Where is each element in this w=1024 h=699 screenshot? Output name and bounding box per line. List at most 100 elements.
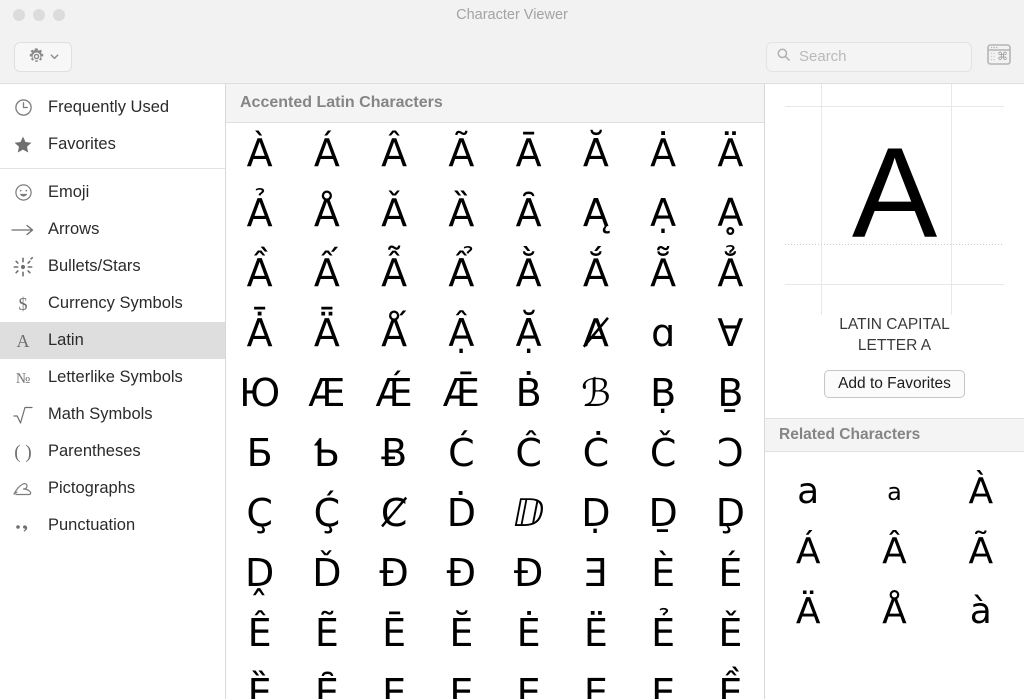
character-cell[interactable]: Á [293,123,360,183]
related-characters-grid[interactable]: aaÀÁÂÃÄÅà [765,452,1024,699]
related-character-cell[interactable]: Â [851,522,937,582]
character-cell[interactable]: Ǻ [361,303,428,363]
related-character-cell[interactable]: Å [851,582,937,642]
sidebar-item-bullets-stars[interactable]: Bullets/Stars [0,248,225,285]
character-cell[interactable]: Ė [495,603,562,663]
character-cell[interactable]: Б [226,423,293,483]
character-cell[interactable]: Ⱥ [562,303,629,363]
character-cell[interactable]: Ȩ [361,663,428,699]
character-cell[interactable]: ∀ [697,303,764,363]
character-cell[interactable]: Ẽ [293,603,360,663]
character-cell[interactable]: Ḋ [428,483,495,543]
character-cell[interactable]: Ẹ [495,663,562,699]
character-cell[interactable]: Ƀ [361,423,428,483]
related-character-cell[interactable]: Ã [938,522,1024,582]
character-cell[interactable]: Ǟ [293,303,360,363]
character-cell[interactable]: Ď [293,543,360,603]
character-cell[interactable]: Ǽ [361,363,428,423]
character-cell[interactable]: Č [630,423,697,483]
character-cell[interactable]: Ǡ [226,303,293,363]
character-cell[interactable]: Ầ [226,243,293,303]
sidebar-item-math-symbols[interactable]: Math Symbols [0,396,225,433]
character-cell[interactable]: Ḑ [697,483,764,543]
sidebar-item-latin[interactable]: A Latin [0,322,225,359]
character-cell[interactable]: Æ [293,363,360,423]
character-cell[interactable]: Ạ [630,183,697,243]
character-cell[interactable]: Ẻ [630,603,697,663]
keyboard-viewer-button[interactable]: ⌘ [986,45,1012,69]
character-cell[interactable]: Ả [226,183,293,243]
sidebar-item-letterlike-symbols[interactable]: № Letterlike Symbols [0,359,225,396]
related-character-cell[interactable]: a [765,462,851,522]
character-cell[interactable]: É [697,543,764,603]
related-character-cell[interactable]: Á [765,522,851,582]
character-cell[interactable]: Ƅ [293,423,360,483]
character-cell[interactable]: Ě [697,603,764,663]
character-cell[interactable]: Ḇ [697,363,764,423]
sidebar-item-pictographs[interactable]: Pictographs [0,470,225,507]
character-cell[interactable]: Ç [226,483,293,543]
character-cell[interactable]: Ậ [428,303,495,363]
character-cell[interactable]: Ǝ [562,543,629,603]
character-cell[interactable]: ⅅ [495,483,562,543]
character-cell[interactable]: Ȃ [495,183,562,243]
character-cell[interactable]: Ē [361,603,428,663]
character-cell[interactable]: Ã [428,123,495,183]
character-cell[interactable]: Ẫ [361,243,428,303]
character-cell[interactable]: Ằ [495,243,562,303]
search-field[interactable] [766,42,972,72]
character-cell[interactable]: Ċ [562,423,629,483]
character-cell[interactable]: Ȅ [226,663,293,699]
character-cell[interactable]: Ǎ [361,183,428,243]
character-cell[interactable]: Ȧ [630,123,697,183]
sidebar-item-frequently-used[interactable]: Frequently Used [0,89,225,126]
character-cell[interactable]: Ẳ [697,243,764,303]
search-input[interactable] [799,48,962,65]
character-cell[interactable]: Ḙ [562,663,629,699]
character-cell[interactable]: Ć [428,423,495,483]
character-cell[interactable]: Ắ [562,243,629,303]
character-cell[interactable]: Ḓ [226,543,293,603]
related-character-cell[interactable]: a [851,462,937,522]
sidebar-item-parentheses[interactable]: ( ) Parentheses [0,433,225,470]
character-cell[interactable]: Ẩ [428,243,495,303]
character-grid[interactable]: ÀÁÂÃĀĂȦÄẢÅǍȀȂĄẠḀẦẤẪẨẰẮẴẲǠǞǺẬẶȺɑ∀ЮÆǼǢḂℬḄḆ… [226,123,764,699]
character-cell[interactable]: Ê [226,603,293,663]
character-cell[interactable]: Ĉ [495,423,562,483]
character-cell[interactable]: Đ [361,543,428,603]
sidebar-item-currency-symbols[interactable]: $ Currency Symbols [0,285,225,322]
character-cell[interactable]: Ā [495,123,562,183]
character-cell[interactable]: Ĕ [428,603,495,663]
character-cell[interactable]: Å [293,183,360,243]
character-cell[interactable]: Ḃ [495,363,562,423]
related-character-cell[interactable]: À [938,462,1024,522]
sidebar-item-arrows[interactable]: Arrows [0,211,225,248]
character-cell[interactable]: Ă [562,123,629,183]
character-cell[interactable]: Ḍ [562,483,629,543]
character-cell[interactable]: Ͻ [697,423,764,483]
sidebar-item-punctuation[interactable]: Punctuation [0,507,225,544]
minimize-button[interactable] [33,9,45,21]
related-character-cell[interactable]: Ä [765,582,851,642]
character-cell[interactable]: Ǣ [428,363,495,423]
character-cell[interactable]: ℬ [562,363,629,423]
character-cell[interactable]: Ấ [293,243,360,303]
character-cell[interactable]: È [630,543,697,603]
character-cell[interactable]: Ȼ [361,483,428,543]
character-cell[interactable]: Ề [697,663,764,699]
character-cell[interactable]: Ɖ [495,543,562,603]
character-cell[interactable]: Ặ [495,303,562,363]
character-cell[interactable]: Ë [562,603,629,663]
gear-menu-button[interactable] [14,42,72,72]
character-cell[interactable]: Ḁ [697,183,764,243]
character-cell[interactable]: Ḅ [630,363,697,423]
character-cell[interactable]: À [226,123,293,183]
character-cell[interactable]: ɑ [630,303,697,363]
character-cell[interactable]: Ę [428,663,495,699]
character-cell[interactable]: Ð [428,543,495,603]
character-cell[interactable]: Ẵ [630,243,697,303]
character-cell[interactable]: Ą [562,183,629,243]
close-button[interactable] [13,9,25,21]
add-to-favorites-button[interactable]: Add to Favorites [824,370,965,398]
character-cell[interactable]: Ä [697,123,764,183]
